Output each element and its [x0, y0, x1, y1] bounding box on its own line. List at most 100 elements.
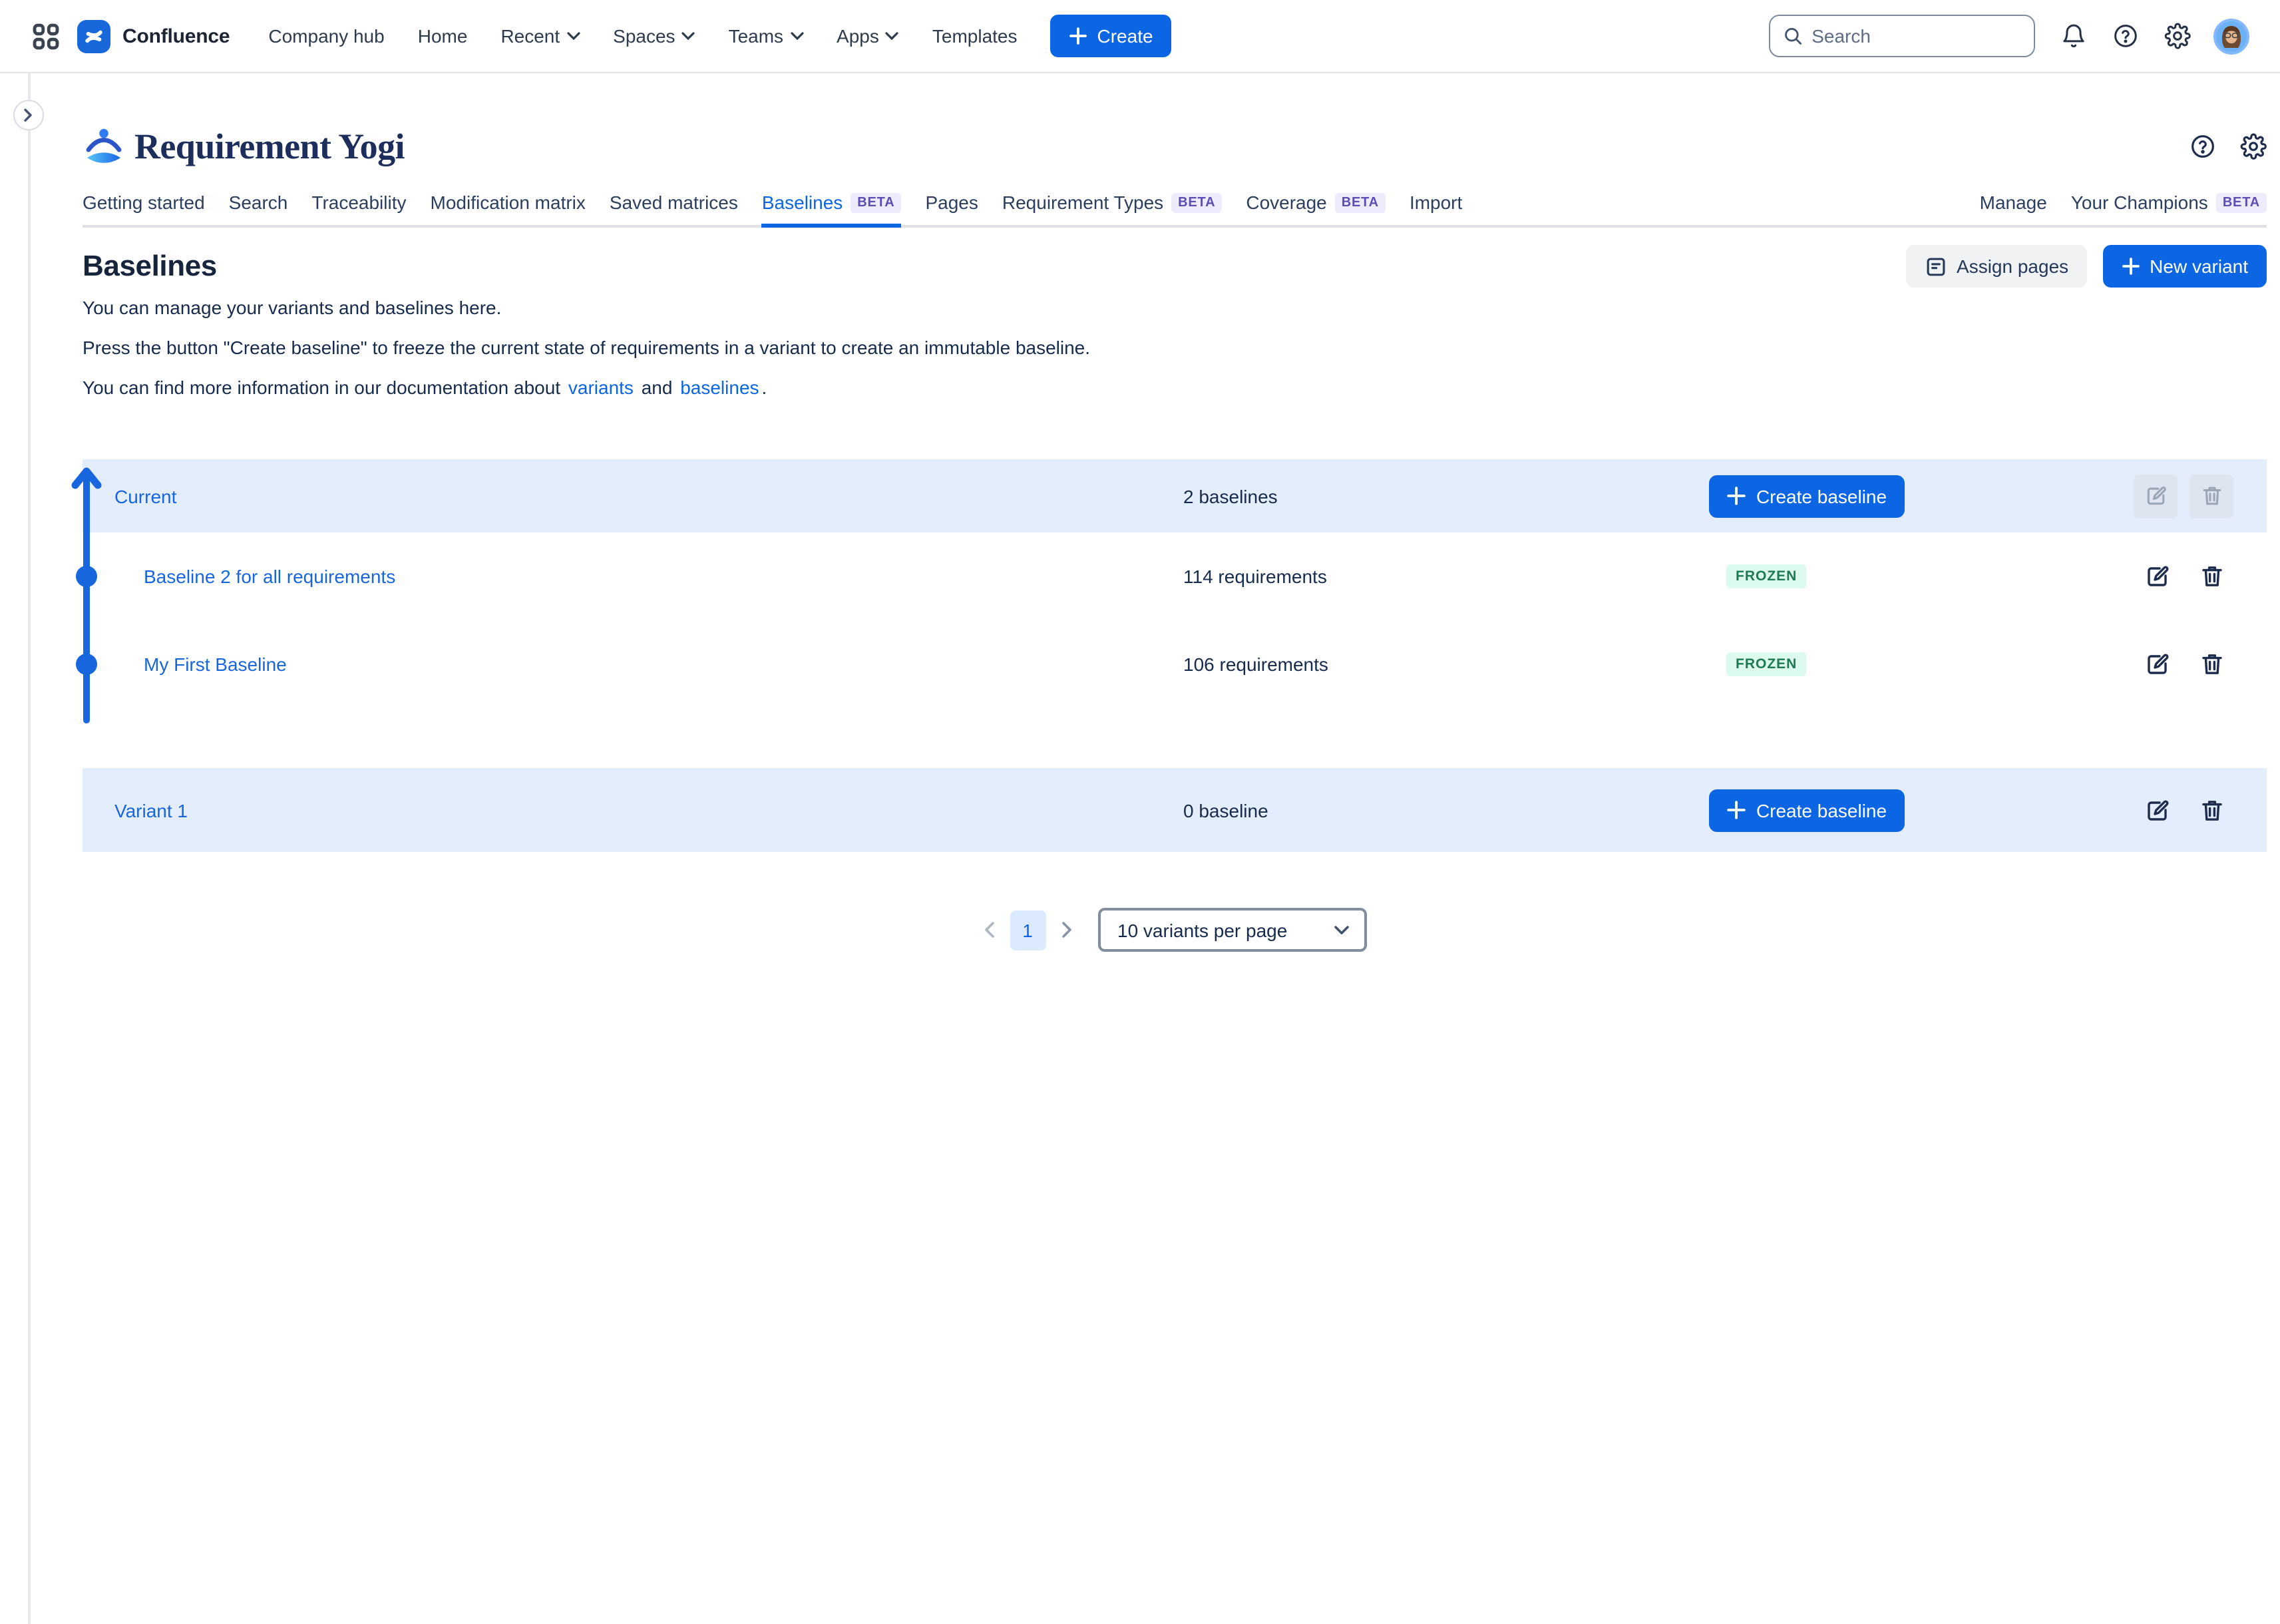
- edit-button[interactable]: [2144, 563, 2171, 590]
- tab-requirement-types[interactable]: Requirement TypesBETA: [1002, 192, 1222, 225]
- search-box: [1769, 15, 2035, 57]
- page-number-button[interactable]: 1: [1010, 910, 1045, 950]
- next-page-icon[interactable]: [1060, 921, 1072, 938]
- tab-saved-matrices[interactable]: Saved matrices: [610, 192, 738, 225]
- delete-button[interactable]: [2199, 651, 2225, 678]
- beta-badge: BETA: [2216, 192, 2267, 212]
- nav-item-recent[interactable]: Recent: [500, 25, 580, 47]
- top-navigation: Confluence Company hub Home Recent Space…: [0, 0, 2280, 73]
- notifications-bell-icon[interactable]: [2060, 23, 2087, 49]
- tab-baselines[interactable]: BaselinesBETA: [762, 192, 902, 228]
- beta-badge: BETA: [1171, 192, 1222, 212]
- plus-icon: [2122, 257, 2140, 276]
- previous-page-icon[interactable]: [983, 921, 995, 938]
- sidebar-expand-button[interactable]: [13, 100, 44, 130]
- frozen-badge: FROZEN: [1726, 652, 1806, 676]
- variants-table: Current 2 baselines Create baseline Base…: [83, 459, 2267, 859]
- create-baseline-button[interactable]: Create baseline: [1709, 475, 1905, 517]
- tab-bar: Getting started Search Traceability Modi…: [83, 192, 2267, 228]
- tab-coverage[interactable]: CoverageBETA: [1246, 192, 1386, 225]
- nav-item-spaces[interactable]: Spaces: [613, 25, 695, 47]
- nav-item-teams[interactable]: Teams: [729, 25, 803, 47]
- avatar[interactable]: [2213, 18, 2249, 54]
- gear-icon[interactable]: [2164, 23, 2191, 49]
- assign-pages-icon: [1925, 255, 1947, 278]
- edit-button[interactable]: [2144, 797, 2171, 823]
- tab-getting-started[interactable]: Getting started: [83, 192, 205, 225]
- page: Confluence Company hub Home Recent Space…: [0, 0, 2280, 1624]
- variant-timeline-graphic: [69, 465, 104, 731]
- pagination: 1 10 variants per page: [83, 908, 2267, 952]
- edit-button[interactable]: [2144, 651, 2171, 678]
- table-row-baseline-2: Baseline 2 for all requirements 114 requ…: [83, 532, 2267, 620]
- tab-your-champions[interactable]: Your ChampionsBETA: [2071, 192, 2267, 225]
- app-switcher-icon[interactable]: [32, 22, 60, 50]
- edit-pencil-icon: [2144, 484, 2168, 508]
- assign-pages-button[interactable]: Assign pages: [1906, 245, 2087, 288]
- search-icon: [1784, 25, 1802, 47]
- nav-item-home[interactable]: Home: [418, 25, 468, 47]
- description-line-3: You can find more information in our doc…: [83, 375, 2267, 401]
- search-input[interactable]: [1811, 25, 2020, 47]
- chevron-down-icon: [886, 32, 899, 40]
- table-row-my-first-baseline: My First Baseline 106 requirements FROZE…: [83, 620, 2267, 708]
- page-title: Baselines: [83, 249, 217, 284]
- primary-nav: Company hub Home Recent Spaces Teams App…: [268, 25, 1017, 47]
- app-help-icon[interactable]: [2189, 133, 2216, 160]
- nav-item-apps[interactable]: Apps: [837, 25, 899, 47]
- chevron-down-icon: [1333, 924, 1349, 935]
- edit-button-disabled: [2134, 474, 2178, 518]
- tab-modification-matrix[interactable]: Modification matrix: [431, 192, 586, 225]
- requirement-count: 114 requirements: [1183, 566, 1327, 587]
- nav-item-templates[interactable]: Templates: [932, 25, 1018, 47]
- nav-item-company-hub[interactable]: Company hub: [268, 25, 384, 47]
- description-line-1: You can manage your variants and baselin…: [83, 296, 2267, 321]
- edit-pencil-icon: [2144, 651, 2171, 678]
- app-settings-gear-icon[interactable]: [2240, 133, 2267, 160]
- delete-button-disabled: [2189, 474, 2233, 518]
- edit-pencil-icon: [2144, 563, 2171, 590]
- create-baseline-button[interactable]: Create baseline: [1709, 789, 1905, 831]
- page-description: You can manage your variants and baselin…: [83, 296, 2267, 415]
- chevron-right-icon: [23, 108, 35, 122]
- new-variant-button[interactable]: New variant: [2103, 245, 2267, 288]
- per-page-select[interactable]: 10 variants per page: [1097, 908, 1366, 952]
- variants-doc-link[interactable]: variants: [568, 377, 634, 398]
- app-header: Requirement Yogi: [83, 122, 2267, 170]
- baselines-doc-link[interactable]: baselines: [680, 377, 759, 398]
- tab-traceability[interactable]: Traceability: [311, 192, 406, 225]
- requirement-yogi-logo: [83, 126, 124, 167]
- app-title: Requirement Yogi: [134, 126, 405, 167]
- create-button[interactable]: Create: [1051, 15, 1172, 57]
- requirement-count: 106 requirements: [1183, 654, 1328, 675]
- baseline-link[interactable]: Baseline 2 for all requirements: [144, 566, 395, 587]
- plus-icon: [1727, 486, 1747, 506]
- beta-badge: BETA: [1335, 192, 1386, 212]
- plus-icon: [1727, 800, 1747, 820]
- frozen-badge: FROZEN: [1726, 564, 1806, 588]
- chevron-down-icon: [682, 32, 695, 40]
- brand-name[interactable]: Confluence: [122, 25, 230, 47]
- trash-icon: [2199, 651, 2225, 678]
- beta-badge: BETA: [851, 192, 901, 212]
- baseline-count: 0 baseline: [1183, 799, 1268, 821]
- trash-icon: [2199, 484, 2223, 508]
- delete-button[interactable]: [2199, 563, 2225, 590]
- confluence-logo[interactable]: [77, 19, 110, 53]
- variant-link[interactable]: Variant 1: [114, 799, 188, 821]
- baseline-link[interactable]: My First Baseline: [144, 654, 287, 675]
- help-icon[interactable]: [2112, 23, 2139, 49]
- trash-icon: [2199, 797, 2225, 823]
- table-row-variant-1: Variant 1 0 baseline Create baseline: [83, 768, 2267, 852]
- tab-manage[interactable]: Manage: [1980, 192, 2047, 225]
- tab-search[interactable]: Search: [229, 192, 288, 225]
- collapsed-sidebar-divider: [28, 73, 31, 1624]
- variant-link[interactable]: Current: [114, 485, 176, 507]
- tab-pages[interactable]: Pages: [925, 192, 978, 225]
- delete-button[interactable]: [2199, 797, 2225, 823]
- table-row-current-variant: Current 2 baselines Create baseline: [83, 459, 2267, 532]
- tab-import[interactable]: Import: [1410, 192, 1462, 225]
- description-line-2: Press the button "Create baseline" to fr…: [83, 335, 2267, 361]
- edit-pencil-icon: [2144, 797, 2171, 823]
- plus-icon: [1069, 27, 1088, 45]
